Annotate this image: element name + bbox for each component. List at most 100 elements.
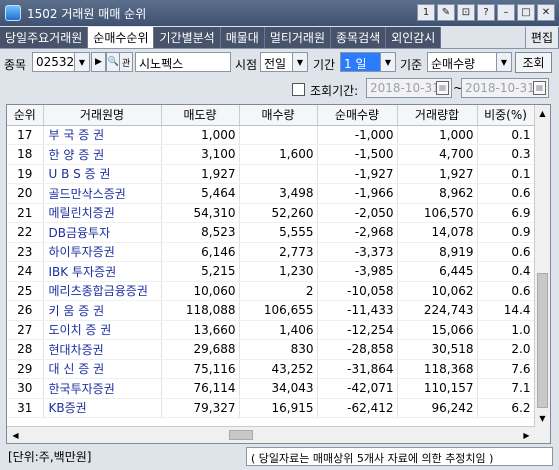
calendar-icon[interactable]: ▦ — [533, 81, 546, 95]
table-row[interactable]: 25 메리츠종합금융증권 10,060 2 -10,058 10,062 0.6 — [7, 281, 535, 301]
maximize-icon[interactable]: □ — [517, 4, 535, 21]
period-label: 기간 — [313, 58, 336, 72]
net-buy-cell: -28,858 — [317, 339, 398, 360]
sell-volume-cell: 29,688 — [161, 339, 240, 360]
rank-cell: 19 — [7, 164, 44, 184]
rank-cell: 25 — [7, 281, 44, 301]
rank-cell: 23 — [7, 242, 44, 262]
query-button[interactable]: 조회 — [515, 52, 552, 73]
table-row[interactable]: 18 한 양 증 권 3,100 1,600 -1,500 4,700 0.3 — [7, 144, 535, 165]
net-buy-cell: -1,000 — [317, 125, 398, 145]
tab-foreign-watch[interactable]: 외인감시 — [386, 27, 442, 48]
column-header[interactable]: 순매수량 — [317, 105, 398, 126]
window-title: 1502 거래원 매매 순위 — [27, 6, 147, 21]
buy-volume-cell: 2 — [239, 281, 318, 301]
table-row[interactable]: 20 골드만삭스증권 5,464 3,498 -1,966 8,962 0.6 — [7, 183, 535, 204]
scroll-right-icon[interactable]: ▶ — [518, 427, 535, 443]
total-volume-cell: 118,368 — [397, 359, 478, 379]
table-row[interactable]: 17 부 국 증 권 1,000 -1,000 1,000 0.1 — [7, 125, 535, 145]
column-header[interactable]: 매도량 — [161, 105, 240, 126]
basis-select[interactable]: 순매수량 ▼ — [427, 52, 512, 72]
column-header[interactable]: 비중(%) — [477, 105, 535, 126]
date-from-value: 2018-10-31 — [370, 81, 440, 95]
tab-daily-major-brokers[interactable]: 당일주요거래원 — [0, 27, 89, 48]
sell-volume-cell: 6,146 — [161, 242, 240, 262]
vertical-scrollbar[interactable]: ▲ ▼ — [534, 105, 550, 443]
table-row[interactable]: 23 하이투자증권 6,146 2,773 -3,373 8,919 0.6 — [7, 242, 535, 262]
link-number-button[interactable]: 1 — [417, 4, 435, 21]
column-header[interactable]: 거래량합 — [397, 105, 478, 126]
net-buy-cell: -62,412 — [317, 398, 398, 418]
weight-cell: 2.0 — [477, 339, 535, 360]
broker-name-cell: 한 양 증 권 — [43, 144, 162, 165]
help-icon[interactable]: ? — [477, 4, 495, 21]
sell-volume-cell: 79,327 — [161, 398, 240, 418]
table-row[interactable]: 21 메릴린치증권 54,310 52,260 -2,050 106,570 6.9 — [7, 203, 535, 223]
vertical-scroll-thumb[interactable] — [537, 273, 548, 408]
code-link-button[interactable]: 관 — [119, 52, 133, 72]
horizontal-scrollbar[interactable]: ◀ ▶ — [7, 426, 535, 443]
stock-code-field[interactable]: 025320 ▼ — [32, 52, 90, 72]
buy-volume-cell: 5,555 — [239, 222, 318, 243]
net-buy-cell: -1,500 — [317, 144, 398, 165]
weight-cell: 0.6 — [477, 281, 535, 301]
table-row[interactable]: 31 KB증권 79,327 16,915 -62,412 96,242 6.2 — [7, 398, 535, 418]
sell-volume-cell: 54,310 — [161, 203, 240, 223]
horizontal-scroll-thumb[interactable] — [229, 430, 253, 440]
table-row[interactable]: 30 한국투자증권 76,114 34,043 -42,071 110,157 7.1 — [7, 378, 535, 399]
buy-volume-cell: 1,406 — [239, 320, 318, 340]
tab-period-analysis[interactable]: 기간별분석 — [154, 27, 221, 48]
period-select[interactable]: 1 일 ▼ — [340, 52, 396, 72]
edit-icon[interactable]: ✎ — [437, 4, 455, 21]
net-buy-cell: -3,985 — [317, 261, 398, 282]
broker-name-cell: U B S 증 권 — [43, 164, 162, 184]
tab-multi-broker[interactable]: 멀티거래원 — [264, 27, 332, 48]
rank-cell: 27 — [7, 320, 44, 340]
unit-label: [단위:주,백만원] — [8, 450, 92, 464]
scroll-down-icon[interactable]: ▼ — [535, 410, 550, 426]
time-select[interactable]: 전일 ▼ — [260, 52, 308, 72]
edit-button[interactable]: 편집 — [524, 27, 559, 48]
chevron-down-icon[interactable]: ▼ — [496, 53, 511, 71]
stock-name-field[interactable]: 시노펙스 — [135, 52, 231, 72]
buy-volume-cell: 52,260 — [239, 203, 318, 223]
title-bar: 1502 거래원 매매 순위 1 ✎ ⊡ ? – □ ✕ — [0, 0, 559, 26]
rank-cell: 22 — [7, 222, 44, 243]
column-header[interactable]: 거래원명 — [43, 105, 162, 126]
date-range-checkbox[interactable] — [292, 83, 305, 96]
broker-name-cell: 도이치 증 권 — [43, 320, 162, 340]
tab-volume-profile[interactable]: 매물대 — [220, 27, 265, 48]
close-icon[interactable]: ✕ — [537, 4, 555, 21]
minimize-icon[interactable]: – — [497, 4, 515, 21]
tab-net-buy-rank[interactable]: 순매수순위 — [88, 27, 155, 48]
table-row[interactable]: 22 DB금융투자 8,523 5,555 -2,968 14,078 0.9 — [7, 222, 535, 243]
net-buy-cell: -10,058 — [317, 281, 398, 301]
table-row[interactable]: 26 키 움 증 권 118,088 106,655 -11,433 224,743 14.… — [7, 300, 535, 321]
table-row[interactable]: 19 U B S 증 권 1,927 -1,927 1,927 0.1 — [7, 164, 535, 184]
time-label: 시점 — [235, 58, 258, 72]
app-icon — [5, 5, 21, 21]
chevron-down-icon[interactable]: ▼ — [292, 53, 307, 71]
column-header[interactable]: 순위 — [7, 105, 44, 126]
scroll-left-icon[interactable]: ◀ — [7, 427, 24, 443]
scroll-up-icon[interactable]: ▲ — [535, 105, 550, 121]
table-row[interactable]: 24 IBK 투자증권 5,215 1,230 -3,985 6,445 0.4 — [7, 261, 535, 282]
buy-volume-cell: 43,252 — [239, 359, 318, 379]
column-header[interactable]: 매수량 — [239, 105, 318, 126]
net-buy-cell: -2,968 — [317, 222, 398, 243]
date-to-field[interactable]: 2018-10-31 ▦ — [461, 78, 549, 98]
chevron-down-icon[interactable]: ▼ — [380, 53, 395, 71]
calendar-icon[interactable]: ▦ — [436, 81, 449, 95]
broker-name-cell: 하이투자증권 — [43, 242, 162, 262]
date-from-field[interactable]: 2018-10-31 ▦ — [366, 78, 452, 98]
net-buy-cell: -42,071 — [317, 378, 398, 399]
table-row[interactable]: 27 도이치 증 권 13,660 1,406 -12,254 15,066 1.0 — [7, 320, 535, 340]
stock-code-dropdown-icon[interactable]: ▼ — [74, 53, 89, 71]
next-stock-button[interactable]: ▶ — [91, 52, 106, 72]
capture-icon[interactable]: ⊡ — [457, 4, 475, 21]
buy-volume-cell: 34,043 — [239, 378, 318, 399]
table-row[interactable]: 28 현대차증권 29,688 830 -28,858 30,518 2.0 — [7, 339, 535, 360]
broker-ranking-grid[interactable]: 순위 거래원명 매도량 매수량 순매수량 거래량합 비중(%) 17 부 국 증 … — [6, 104, 551, 444]
table-row[interactable]: 29 대 신 증 권 75,116 43,252 -31,864 118,368 7.6 — [7, 359, 535, 379]
tab-stock-search[interactable]: 종목검색 — [331, 27, 387, 48]
